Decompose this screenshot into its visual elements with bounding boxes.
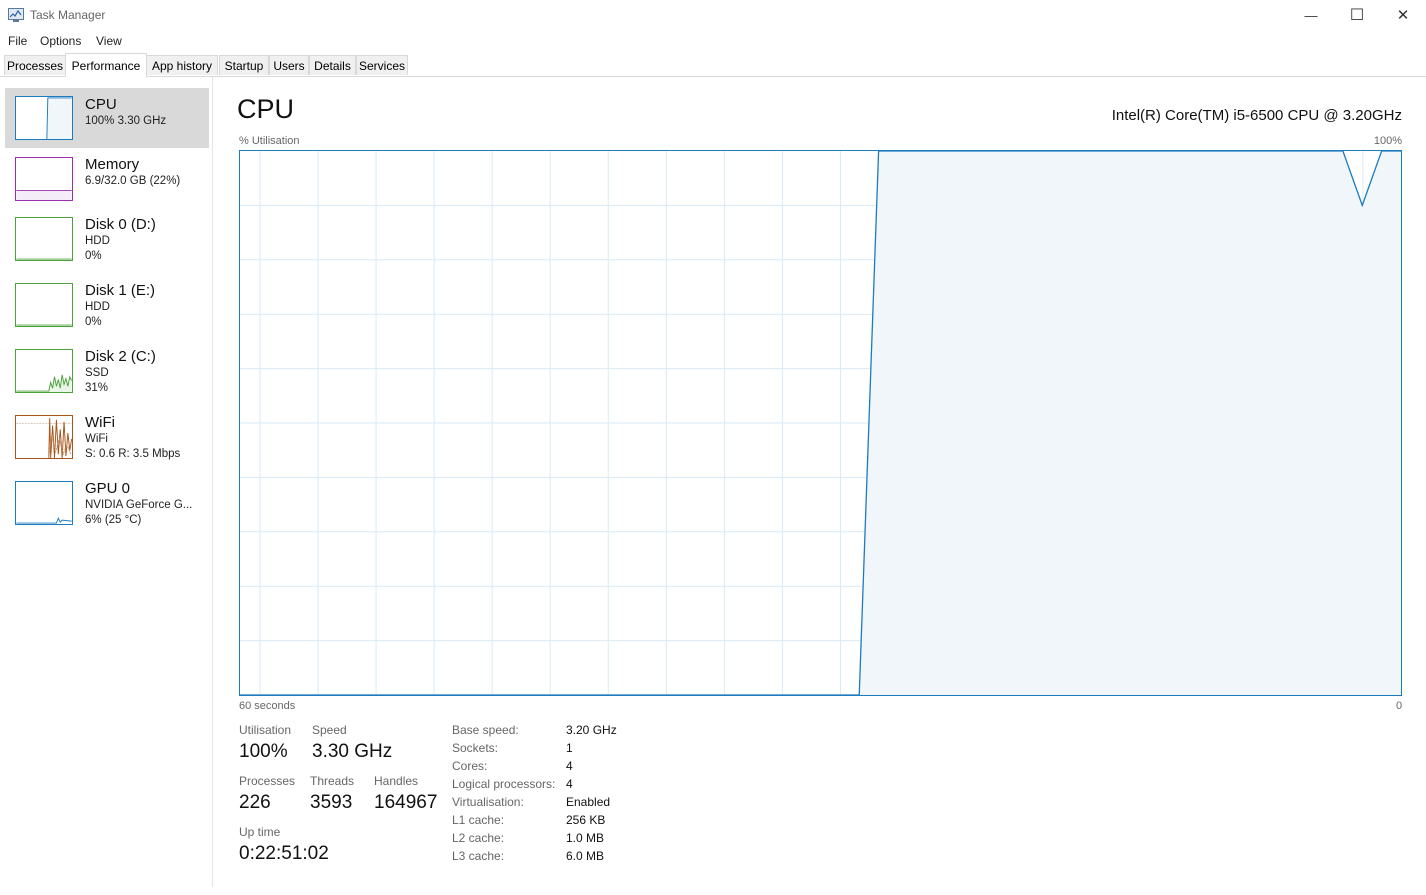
maximize-icon: ☐: [1349, 7, 1365, 24]
sidebar-item-name: Disk 0 (D:): [85, 216, 156, 233]
disk-graph-icon: [15, 217, 73, 261]
info-key-virtualisation: Virtualisation:: [452, 795, 524, 809]
sidebar-item-name: Disk 1 (E:): [85, 282, 156, 299]
utilisation-value: 100%: [239, 741, 288, 762]
sidebar-item-detail: 100% 3.30 GHz: [85, 115, 167, 127]
wifi-graph-icon: [15, 415, 73, 459]
resource-sidebar: CPU 100% 3.30 GHz Memory 6.9/32.0 GB (22…: [0, 77, 213, 887]
tab-strip: Processes Performance App history Startu…: [0, 53, 1426, 77]
info-key-cores: Cores:: [452, 759, 488, 773]
sidebar-item-detail: 6.9/32.0 GB (22%): [85, 175, 181, 187]
minimize-icon: —: [1304, 7, 1318, 23]
info-value-cores: 4: [566, 759, 573, 773]
tab-startup[interactable]: Startup: [219, 55, 269, 75]
sidebar-item-name: WiFi: [85, 414, 115, 431]
x-axis-left-label: 60 seconds: [239, 700, 296, 712]
gpu-graph-icon: [15, 481, 73, 525]
speed-value: 3.30 GHz: [312, 741, 393, 762]
cpu-graph-icon: [15, 96, 73, 140]
title-bar: Task Manager — ☐ ✕: [0, 0, 1426, 30]
memory-graph-icon: [15, 157, 73, 201]
info-key-base-speed: Base speed:: [452, 723, 519, 737]
y-axis-label: % Utilisation: [239, 135, 300, 147]
info-value-virtualisation: Enabled: [566, 795, 611, 809]
sidebar-item-detail: 6% (25 °C): [85, 514, 142, 526]
sidebar-item-name: GPU 0: [85, 480, 131, 497]
uptime-value: 0:22:51:02: [239, 843, 329, 864]
close-icon: ✕: [1396, 7, 1410, 24]
info-value-l2-cache: 1.0 MB: [566, 831, 605, 845]
minimize-button[interactable]: —: [1288, 0, 1334, 30]
info-value-l1-cache: 256 KB: [566, 813, 606, 827]
info-key-l2-cache: L2 cache:: [452, 831, 505, 845]
menu-options[interactable]: Options: [40, 34, 81, 48]
sidebar-item-type: SSD: [85, 367, 109, 379]
cpu-utilisation-graph: [239, 150, 1402, 696]
tab-users[interactable]: Users: [269, 55, 309, 75]
info-value-base-speed: 3.20 GHz: [566, 723, 617, 737]
sidebar-item-type: HDD: [85, 301, 110, 313]
y-axis-max-label: 100%: [1373, 135, 1402, 147]
x-axis-right-label: 0: [1396, 700, 1403, 712]
sidebar-item-type: HDD: [85, 235, 110, 247]
disk-graph-icon: [15, 283, 73, 327]
sidebar-item-type: WiFi: [85, 433, 108, 445]
sidebar-item-detail: S: 0.6 R: 3.5 Mbps: [85, 448, 181, 460]
cpu-model-name: Intel(R) Core(TM) i5-6500 CPU @ 3.20GHz: [1111, 107, 1402, 124]
uptime-label: Up time: [239, 825, 281, 839]
sidebar-item-disk-2[interactable]: Disk 2 (C:) SSD 31%: [5, 342, 209, 404]
handles-label: Handles: [374, 774, 419, 788]
info-value-logical-processors: 4: [566, 777, 573, 791]
info-key-logical-processors: Logical processors:: [452, 777, 556, 791]
info-key-l3-cache: L3 cache:: [452, 849, 505, 863]
sidebar-item-cpu[interactable]: CPU 100% 3.30 GHz: [5, 88, 209, 148]
tab-services[interactable]: Services: [356, 55, 408, 75]
page-title: CPU: [237, 94, 295, 124]
sidebar-item-name: Disk 2 (C:): [85, 348, 156, 365]
info-key-sockets: Sockets:: [452, 741, 499, 755]
tab-details[interactable]: Details: [309, 55, 356, 75]
utilisation-label: Utilisation: [239, 723, 292, 737]
menu-file[interactable]: File: [8, 34, 27, 48]
info-value-sockets: 1: [566, 741, 573, 755]
sidebar-item-name: CPU: [85, 96, 117, 113]
tab-app-history[interactable]: App history: [146, 55, 218, 75]
sidebar-item-detail: 0%: [85, 316, 102, 328]
handles-value: 164967: [374, 792, 438, 813]
sidebar-item-memory[interactable]: Memory 6.9/32.0 GB (22%): [5, 150, 209, 206]
info-key-l1-cache: L1 cache:: [452, 813, 505, 827]
info-value-l3-cache: 6.0 MB: [566, 849, 605, 863]
tab-processes[interactable]: Processes: [4, 55, 66, 75]
sidebar-item-detail: 0%: [85, 250, 102, 262]
sidebar-item-detail: 31%: [85, 382, 109, 394]
tab-performance[interactable]: Performance: [65, 53, 147, 77]
maximize-button[interactable]: ☐: [1334, 0, 1380, 30]
processes-label: Processes: [239, 774, 296, 788]
speed-label: Speed: [312, 723, 347, 737]
sidebar-item-disk-1[interactable]: Disk 1 (E:) HDD 0%: [5, 276, 209, 338]
sidebar-item-gpu-0[interactable]: GPU 0 NVIDIA GeForce G... 6% (25 °C): [5, 474, 209, 536]
menu-bar: File Options View: [0, 31, 1426, 50]
threads-label: Threads: [310, 774, 355, 788]
sidebar-item-wifi[interactable]: WiFi WiFi S: 0.6 R: 3.5 Mbps: [5, 408, 209, 470]
sidebar-item-type: NVIDIA GeForce G...: [85, 499, 193, 511]
close-button[interactable]: ✕: [1380, 0, 1426, 30]
window-title: Task Manager: [30, 8, 106, 22]
task-manager-app-icon: [8, 8, 24, 22]
sidebar-item-name: Memory: [85, 156, 140, 173]
sidebar-item-disk-0[interactable]: Disk 0 (D:) HDD 0%: [5, 210, 209, 272]
threads-value: 3593: [310, 792, 353, 813]
disk-graph-icon: [15, 349, 73, 393]
processes-value: 226: [239, 792, 271, 813]
menu-view[interactable]: View: [96, 34, 122, 48]
